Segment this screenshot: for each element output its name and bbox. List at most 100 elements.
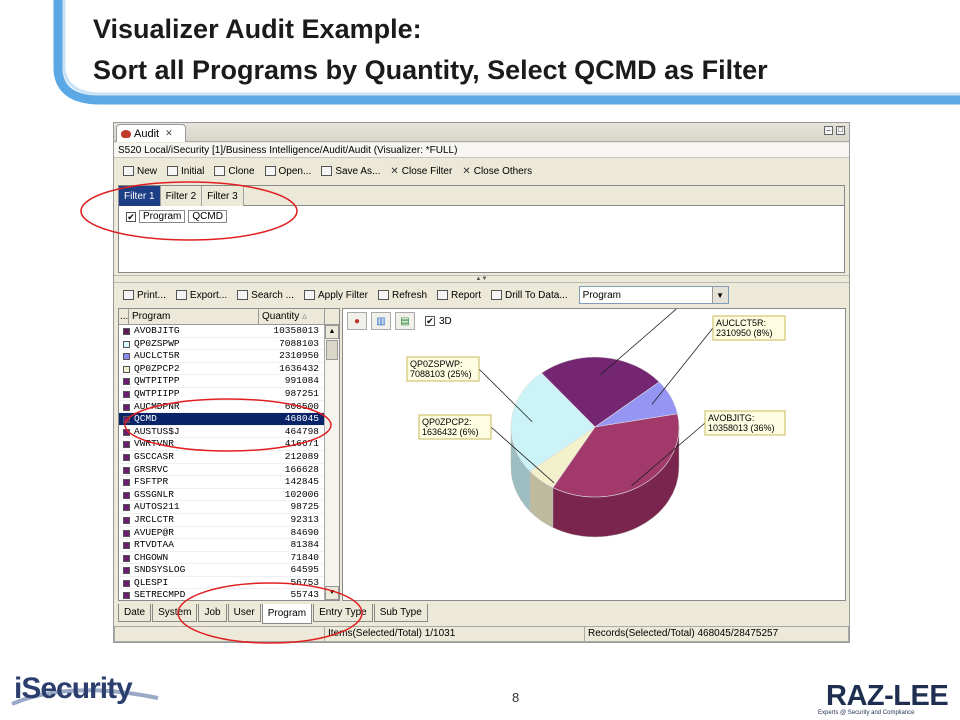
clone-icon xyxy=(214,166,226,176)
apply-filter-button[interactable]: Apply Filter xyxy=(299,285,373,305)
refresh-icon xyxy=(377,290,389,300)
chart-dimension-select[interactable]: Program ▼ xyxy=(578,286,729,304)
bar-chart-icon[interactable]: ▥ xyxy=(371,312,391,330)
bottom-tabs: Date System Job User Program Entry Type Sub Ty… xyxy=(118,604,429,624)
new-icon xyxy=(123,166,134,176)
bottom-tab-user[interactable]: User xyxy=(227,604,261,622)
tab-audit[interactable]: Audit ✕ xyxy=(116,124,186,142)
close-tab-icon[interactable]: ✕ xyxy=(165,128,173,139)
filter-tab-3[interactable]: Filter 3 xyxy=(202,186,244,206)
table-row[interactable]: QP0ZPCP2 1636432 xyxy=(119,363,339,376)
table-row[interactable]: VWRTVNR 416671 xyxy=(119,438,339,451)
table-row[interactable]: QLESPI 56753 xyxy=(119,577,339,590)
raz-lee-logo: RAZ-LEE xyxy=(826,680,949,712)
print-button[interactable]: Print... xyxy=(118,285,171,305)
scroll-thumb[interactable] xyxy=(326,340,338,360)
cell-program: RTVDTAA xyxy=(134,539,174,551)
series-color-swatch xyxy=(123,428,130,436)
table-row[interactable]: AVOBJITG 10358013 xyxy=(119,325,339,338)
column-header-select[interactable]: ... xyxy=(119,309,129,324)
sort-ascending-icon: ▵ xyxy=(302,311,308,322)
cell-program: QLESPI xyxy=(134,576,169,588)
table-header: ... Program Quantity ▵ xyxy=(119,309,339,325)
pie-chart-icon[interactable]: ● xyxy=(347,312,367,330)
filter-value[interactable]: QCMD xyxy=(188,210,227,223)
table-row[interactable]: CHGOWN 71840 xyxy=(119,552,339,565)
threed-checkbox[interactable]: ✔ xyxy=(425,316,435,326)
close-others-button[interactable]: ✕ Close Others xyxy=(457,161,537,181)
table-scrollbar[interactable]: ▲ ▼ xyxy=(324,325,339,600)
cell-program: QP0ZSPWP xyxy=(134,337,180,349)
cell-program: QCMD xyxy=(134,413,157,425)
series-color-swatch xyxy=(123,416,130,424)
isecurity-logo: iSecurity xyxy=(14,672,133,705)
stacked-chart-icon[interactable]: ▤ xyxy=(395,312,415,330)
callout-label: AVOBJITG: xyxy=(708,413,754,423)
table-row[interactable]: QCMD 468045 xyxy=(119,413,339,426)
series-color-swatch xyxy=(123,567,130,575)
maximize-button[interactable]: □ xyxy=(836,126,845,135)
minimize-button[interactable]: – xyxy=(824,126,833,135)
table-row[interactable]: AUCMDPNR 606500 xyxy=(119,401,339,414)
panel-splitter[interactable]: ▲▼ xyxy=(114,275,849,283)
table-row[interactable]: AUTOS211 98725 xyxy=(119,501,339,514)
filter-checkbox[interactable]: ✔ xyxy=(126,211,136,222)
export-button[interactable]: Export... xyxy=(171,285,232,305)
bottom-tab-system[interactable]: System xyxy=(152,604,198,622)
slide-title-line-1: Visualizer Audit Example: xyxy=(93,14,422,44)
save-as-button[interactable]: Save As... xyxy=(316,161,385,181)
drill-to-data-button[interactable]: Drill To Data... xyxy=(486,285,573,305)
series-color-swatch xyxy=(123,592,130,600)
threed-label: 3D xyxy=(439,315,452,327)
drill-icon xyxy=(491,290,503,300)
bottom-tab-date[interactable]: Date xyxy=(118,604,152,622)
filter-tab-1[interactable]: Filter 1 xyxy=(119,186,161,206)
scroll-up-icon[interactable]: ▲ xyxy=(325,325,339,339)
cell-quantity: 1636432 xyxy=(279,362,319,374)
table-row[interactable]: QWTPIIPP 987251 xyxy=(119,388,339,401)
chevron-down-icon[interactable]: ▼ xyxy=(711,287,728,303)
table-row[interactable]: GSCCASR 212089 xyxy=(119,451,339,464)
open-button[interactable]: Open... xyxy=(260,161,317,181)
series-color-swatch xyxy=(123,466,130,474)
toolbar-bottom: Print... Export... Search ... Apply Filt… xyxy=(114,284,849,306)
table-row[interactable]: AUSTUS$J 464798 xyxy=(119,426,339,439)
close-filter-button[interactable]: ✕ Close Filter xyxy=(385,161,457,181)
clone-button[interactable]: Clone xyxy=(209,161,259,181)
initial-button[interactable]: Initial xyxy=(162,161,209,181)
series-color-swatch xyxy=(123,554,130,562)
scroll-down-icon[interactable]: ▼ xyxy=(325,586,339,600)
column-header-program[interactable]: Program xyxy=(129,309,259,324)
export-icon xyxy=(175,290,187,300)
table-body: AVOBJITG 10358013 QP0ZSPWP 7088103 AUCLCT5R 2… xyxy=(119,325,339,600)
filter-tab-2[interactable]: Filter 2 xyxy=(160,186,203,206)
table-row[interactable]: GSSGNLR 102006 xyxy=(119,489,339,502)
table-row[interactable]: GRSRVC 166628 xyxy=(119,464,339,477)
bottom-tab-job[interactable]: Job xyxy=(198,604,227,622)
bottom-tab-program[interactable]: Program xyxy=(261,604,313,624)
filter-field[interactable]: Program xyxy=(139,210,186,223)
new-button[interactable]: New xyxy=(118,161,162,181)
refresh-button[interactable]: Refresh xyxy=(373,285,432,305)
table-row[interactable]: RTVDTAA 81384 xyxy=(119,539,339,552)
table-row[interactable]: FSFTPR 142845 xyxy=(119,476,339,489)
table-row[interactable]: SETRECMPD 55743 xyxy=(119,589,339,600)
column-header-quantity[interactable]: Quantity ▵ xyxy=(259,309,325,324)
series-color-swatch xyxy=(123,529,130,537)
table-row[interactable]: QP0ZSPWP 7088103 xyxy=(119,338,339,351)
search-button[interactable]: Search ... xyxy=(232,285,299,305)
table-row[interactable]: AUCLCT5R 2310950 xyxy=(119,350,339,363)
cell-program: QWTPIIPP xyxy=(134,387,180,399)
table-row[interactable]: JRCLCTR 92313 xyxy=(119,514,339,527)
callout-label: QP0ZSPWP: xyxy=(410,359,463,369)
cell-quantity: 606500 xyxy=(284,400,319,412)
callout-label: AUCLCT5R: xyxy=(716,318,766,328)
close-others-icon: ✕ xyxy=(462,165,471,177)
bottom-tab-sub-type[interactable]: Sub Type xyxy=(373,604,428,622)
table-row[interactable]: SNDSYSLOG 64595 xyxy=(119,564,339,577)
table-row[interactable]: AVUEP@R 84690 xyxy=(119,527,339,540)
cell-quantity: 98725 xyxy=(290,501,319,513)
table-row[interactable]: QWTPITPP 991084 xyxy=(119,375,339,388)
bottom-tab-entry-type[interactable]: Entry Type xyxy=(313,604,373,622)
report-button[interactable]: Report xyxy=(432,285,486,305)
